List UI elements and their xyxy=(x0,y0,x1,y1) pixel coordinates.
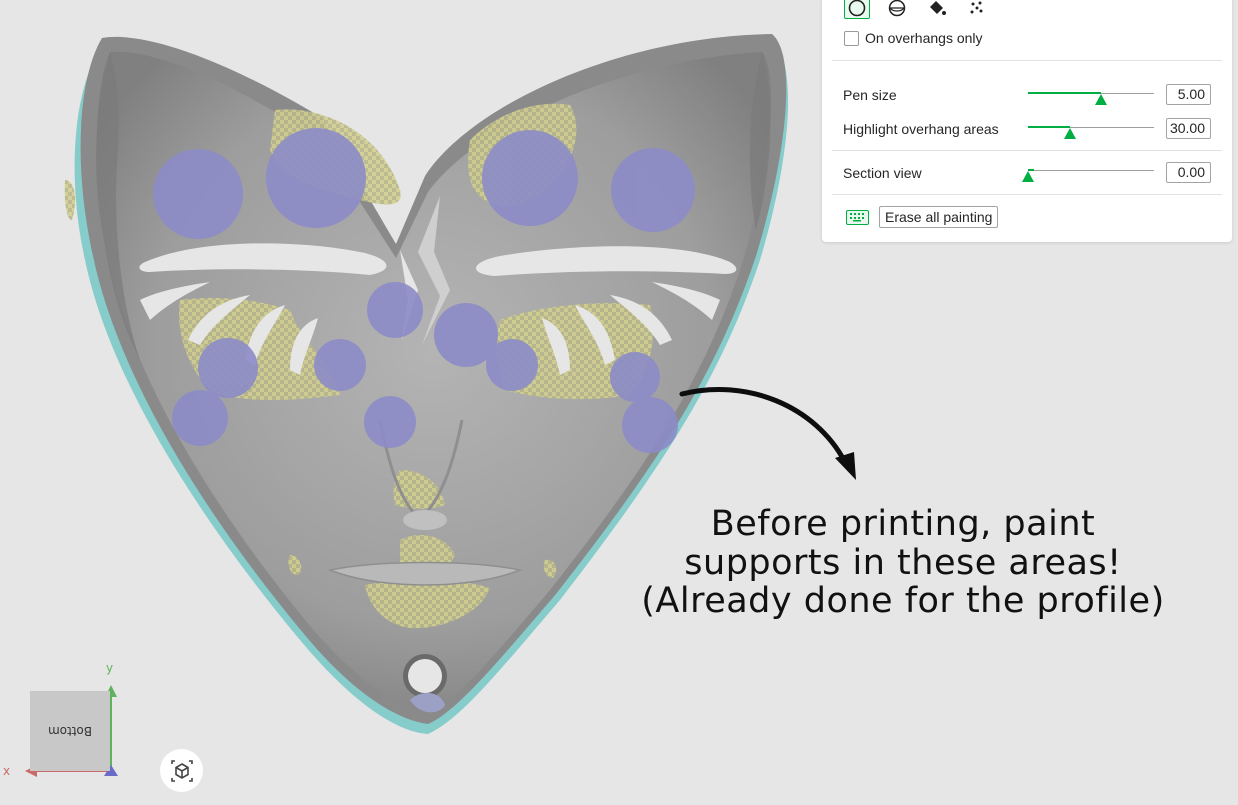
view-cube[interactable]: Bottom xyxy=(30,691,110,771)
section-view-label: Section view xyxy=(843,165,922,181)
sphere-tool-button[interactable] xyxy=(884,0,910,19)
section-view-slider[interactable] xyxy=(1022,165,1154,182)
erase-row: Erase all painting xyxy=(846,206,999,228)
erase-all-painting-button[interactable]: Erase all painting xyxy=(879,206,999,228)
paint-tool-bar xyxy=(844,0,990,19)
overhangs-only-checkbox[interactable] xyxy=(844,30,859,46)
arrow-head xyxy=(835,452,856,480)
slider-thumb[interactable] xyxy=(1022,171,1034,182)
sphere-icon xyxy=(888,0,906,17)
annotation-line-1: Before printing, paint xyxy=(710,504,1096,544)
circle-icon xyxy=(848,0,866,17)
divider xyxy=(832,60,1222,61)
slider-thumb[interactable] xyxy=(1063,128,1076,139)
support-paint-panel: On overhangs only Pen size 5.00 Highligh… xyxy=(822,0,1232,242)
overhangs-only-option[interactable]: On overhangs only xyxy=(844,30,983,46)
section-view-input[interactable]: 0.00 xyxy=(1166,162,1211,183)
pen-size-input[interactable]: 5.00 xyxy=(1166,84,1211,105)
divider xyxy=(832,150,1222,151)
keyboard-icon[interactable] xyxy=(846,209,869,225)
slider-thumb[interactable] xyxy=(1095,94,1108,105)
overhangs-only-label: On overhangs only xyxy=(865,30,983,46)
annotation-line-3: (Already done for the profile) xyxy=(641,581,1165,621)
orient-icon xyxy=(170,759,193,782)
y-axis-label: y xyxy=(106,661,114,675)
highlight-overhang-input[interactable]: 30.00 xyxy=(1166,118,1211,139)
pen-size-label: Pen size xyxy=(843,87,897,103)
pen-size-slider[interactable] xyxy=(1028,88,1154,105)
view-cube-face-label: Bottom xyxy=(48,724,93,738)
gap-fill-icon xyxy=(970,1,983,14)
annotation-text: Before printing, paint supports in these… xyxy=(592,505,1214,621)
gap-fill-tool-button[interactable] xyxy=(964,0,990,19)
divider xyxy=(832,194,1222,195)
highlight-overhang-label: Highlight overhang areas xyxy=(843,121,999,137)
fill-bucket-icon xyxy=(930,1,946,15)
slider-fill xyxy=(1028,92,1102,94)
annotation-line-2: supports in these areas! xyxy=(684,542,1122,583)
highlight-overhang-slider[interactable] xyxy=(1028,122,1154,139)
annotation-arrow xyxy=(679,386,848,465)
fill-tool-button[interactable] xyxy=(924,0,950,19)
circle-tool-button[interactable] xyxy=(844,0,870,19)
orient-view-button[interactable] xyxy=(160,749,203,792)
x-axis-label: x xyxy=(3,764,11,778)
